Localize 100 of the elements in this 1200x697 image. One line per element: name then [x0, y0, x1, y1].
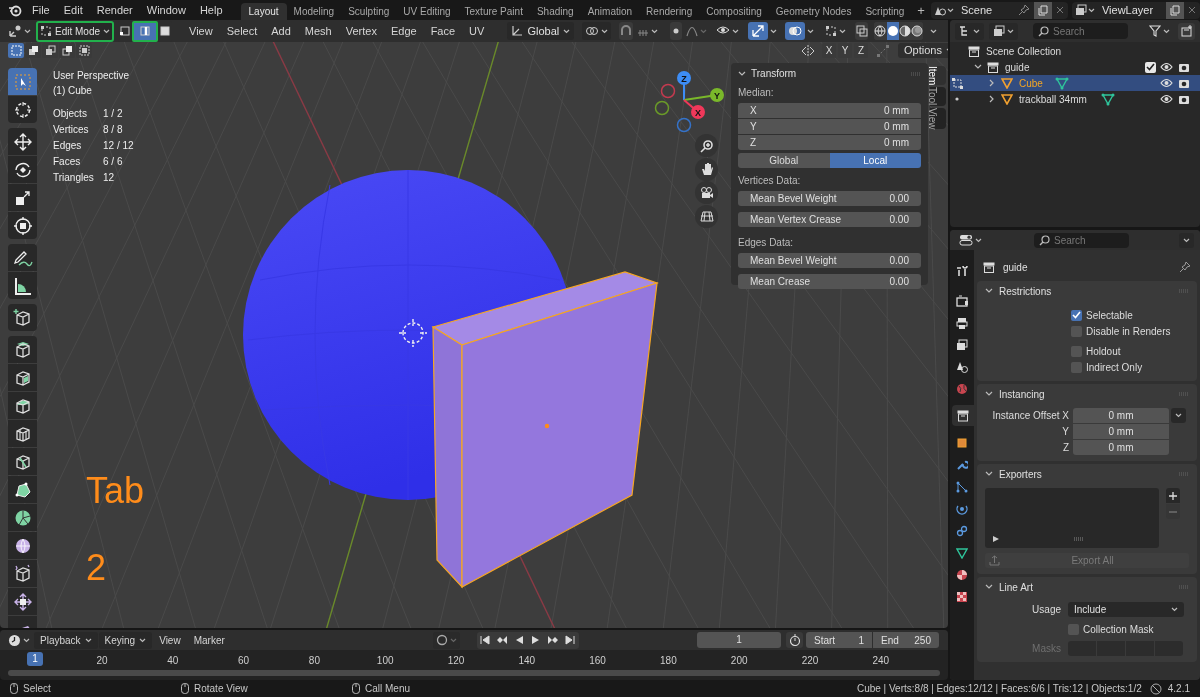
axis-handle[interactable]: Y: [710, 88, 724, 102]
ruler-tick-label: 60: [238, 654, 250, 668]
sidebar-tab[interactable]: View: [930, 107, 946, 130]
workspace-tab[interactable]: Scripting: [858, 3, 912, 20]
ruler-tick-label: 240: [872, 654, 890, 668]
number-field[interactable]: Y 0 mm: [738, 119, 921, 134]
number-field[interactable]: 0 mm: [1073, 440, 1169, 455]
ruler-tick-label: 180: [660, 654, 677, 668]
menu-item[interactable]: UV: [462, 22, 492, 40]
section-label: Vertices Data:: [738, 174, 802, 188]
menu-item[interactable]: View: [153, 631, 187, 649]
field-label: Z: [1061, 441, 1070, 455]
ruler-tick-label: 20: [96, 654, 108, 668]
outliner-row[interactable]: Scene Collection: [950, 43, 1200, 59]
menu-item[interactable]: Add: [264, 22, 298, 40]
number-field[interactable]: X 0 mm: [738, 103, 921, 118]
menu-item[interactable]: Face: [423, 22, 463, 40]
checkbox[interactable]: Holdout: [1071, 343, 1189, 359]
workspace-tab[interactable]: Shading: [529, 3, 581, 20]
workspace-tab[interactable]: UV Editing: [396, 3, 458, 20]
menu-item[interactable]: View: [182, 22, 220, 40]
checkbox[interactable]: Selectable: [1071, 307, 1189, 323]
playhead-marker[interactable]: 1: [27, 652, 43, 666]
number-field[interactable]: Mean Bevel Weight 0.00: [738, 191, 921, 206]
frame-field[interactable]: 1: [697, 632, 781, 648]
workspace-tab[interactable]: Sculpting: [341, 3, 397, 20]
number-field[interactable]: Mean Vertex Crease 0.00: [738, 212, 921, 227]
number-field[interactable]: Z 0 mm: [738, 135, 921, 150]
axis-toggle[interactable]: X: [822, 43, 836, 58]
section-label: Edges Data:: [738, 236, 795, 250]
menu-item[interactable]: Mesh: [297, 22, 339, 40]
outliner-row[interactable]: trackball 34mm: [950, 91, 1200, 107]
search-field[interactable]: Search: [1033, 23, 1128, 39]
stat-value: 12 / 12: [103, 139, 134, 153]
menu-item[interactable]: Render: [89, 0, 140, 20]
space-toggle[interactable]: Local: [829, 153, 921, 168]
checkbox[interactable]: Collection Mask: [1068, 621, 1189, 637]
outliner-item-name: Cube: [1019, 76, 1043, 91]
axis-handle[interactable]: Z: [677, 71, 691, 85]
sidebar-tab[interactable]: Item: [930, 66, 946, 86]
checkbox[interactable]: Indirect Only: [1071, 359, 1189, 375]
workspace-tab[interactable]: Compositing: [699, 3, 769, 20]
checkbox[interactable]: Disable in Renders: [1071, 323, 1189, 339]
number-field[interactable]: Mean Crease 0.00: [738, 274, 921, 289]
context-name: guide: [1003, 260, 1029, 275]
panel-header[interactable]: Instancing: [985, 384, 1189, 404]
ruler-tick-label: 200: [730, 654, 748, 668]
menu-item[interactable]: Marker: [187, 631, 231, 649]
annotation-text: 2: [86, 548, 107, 588]
stat-label: Objects: [53, 107, 88, 121]
menu-item[interactable]: Keying: [98, 631, 153, 649]
frame-range-field[interactable]: Start 1: [806, 632, 872, 648]
menu-item[interactable]: Edit: [56, 0, 90, 20]
panel-header[interactable]: Restrictions: [985, 281, 1189, 301]
workspace-tab[interactable]: Geometry Nodes: [768, 3, 859, 20]
view-layer-name-field[interactable]: ViewLayer: [1097, 1, 1166, 19]
ruler-tick-label: 160: [589, 654, 606, 668]
field-label: Instance Offset X: [991, 409, 1070, 423]
view-name: User Perspective: [53, 69, 131, 83]
menu-item[interactable]: Playback: [34, 631, 98, 649]
stat-label: Triangles: [53, 171, 95, 185]
number-field[interactable]: 0 mm: [1073, 424, 1169, 439]
menu-item[interactable]: Select: [219, 22, 265, 40]
outliner-item-name: guide: [1005, 60, 1030, 75]
workspace-tab[interactable]: Texture Paint: [457, 3, 530, 20]
status-hint: Rotate View: [194, 682, 248, 696]
orientation-dropdown[interactable]: Global: [507, 22, 575, 40]
active-object-label: (1) Cube: [53, 84, 93, 98]
workspace-tab[interactable]: Layout: [240, 3, 287, 20]
workspace-tab[interactable]: Animation: [580, 3, 640, 20]
menu-item[interactable]: Window: [139, 0, 193, 20]
outliner-row[interactable]: Cube: [950, 75, 1200, 91]
stat-label: Faces: [53, 155, 82, 169]
field-label: Usage: [1031, 603, 1062, 617]
menu-item[interactable]: File: [25, 0, 57, 20]
space-toggle[interactable]: Global: [738, 153, 830, 168]
usage-dropdown[interactable]: Include: [1068, 602, 1184, 617]
add-workspace-button[interactable]: +: [911, 2, 931, 20]
frame-range-field[interactable]: End 250: [873, 632, 939, 648]
axis-handle[interactable]: X: [691, 105, 705, 119]
options-dropdown[interactable]: Options: [898, 43, 948, 58]
panel-header[interactable]: Exporters: [985, 464, 1189, 484]
version-label: 4.2.1: [1167, 682, 1190, 696]
ruler-tick-label: 140: [518, 654, 536, 668]
panel-header[interactable]: Line Art: [985, 577, 1189, 597]
number-field[interactable]: 0 mm: [1073, 408, 1169, 423]
stat-label: Vertices: [53, 123, 90, 137]
stat-label: Edges: [53, 139, 83, 153]
menu-item[interactable]: Help: [192, 0, 230, 20]
sidebar-tab[interactable]: Tool: [930, 87, 946, 106]
mode-dropdown[interactable]: Edit Mode: [36, 20, 115, 42]
workspace-tab[interactable]: Modeling: [286, 3, 342, 20]
menu-item[interactable]: Vertex: [338, 22, 384, 40]
panel-title: Transform: [751, 67, 798, 81]
outliner-row[interactable]: guide: [950, 59, 1200, 75]
menu-item[interactable]: Edge: [383, 22, 424, 40]
workspace-tab[interactable]: Rendering: [639, 3, 700, 20]
scene-name-field[interactable]: Scene: [956, 1, 1018, 19]
search-field[interactable]: Search: [1034, 232, 1129, 248]
number-field[interactable]: Mean Bevel Weight 0.00: [738, 253, 921, 268]
